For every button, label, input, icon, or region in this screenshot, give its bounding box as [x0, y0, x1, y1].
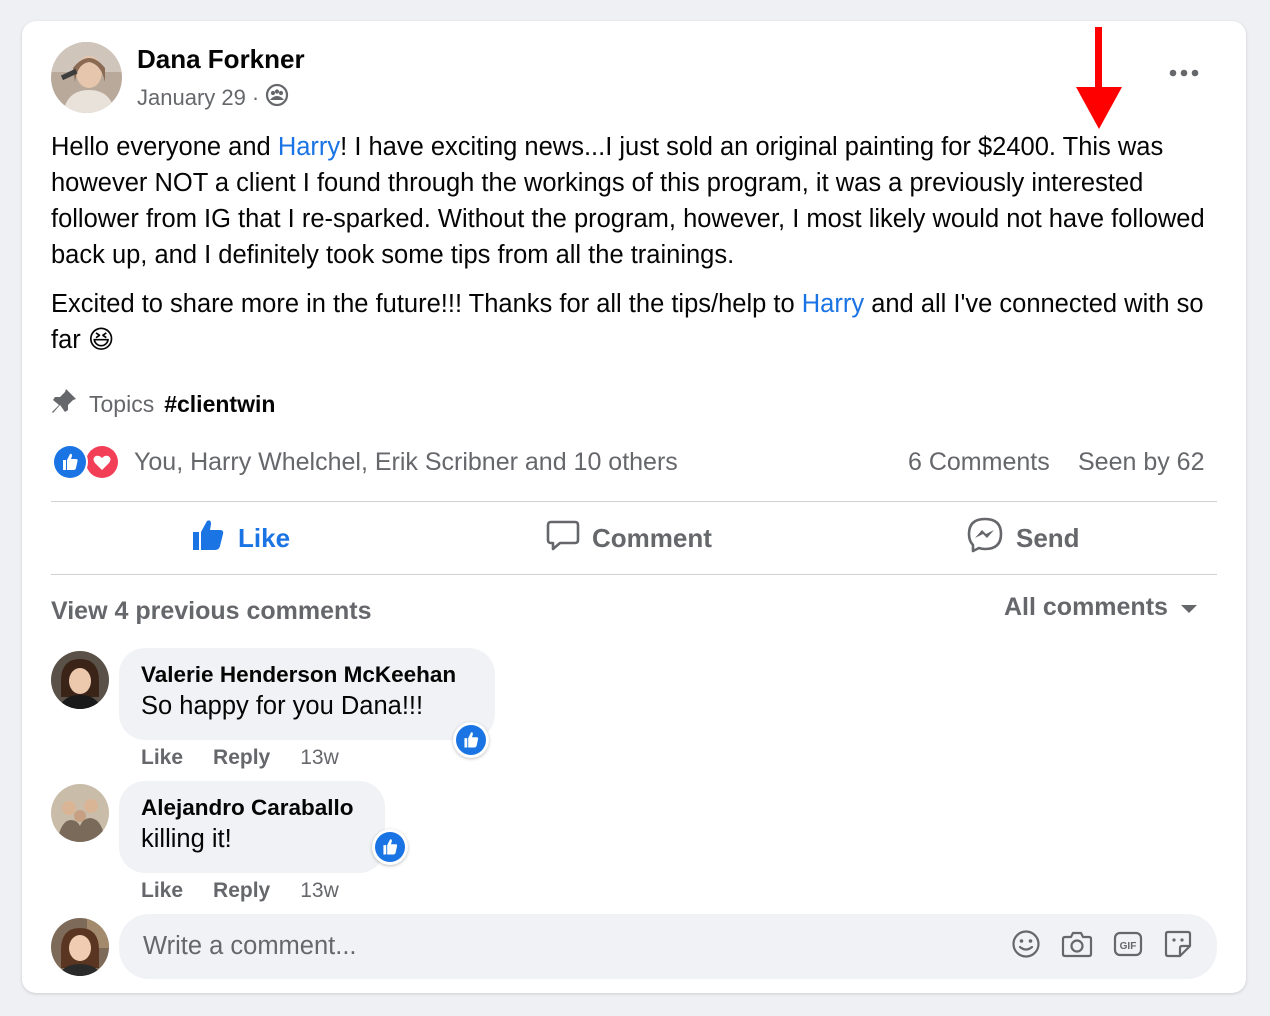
gif-icon[interactable]: GIF — [1113, 929, 1143, 964]
paragraph-text: Hello everyone and — [51, 133, 278, 161]
post-meta: January 29 · — [137, 83, 289, 113]
reactions-summary[interactable] — [52, 444, 120, 480]
send-button[interactable]: Send — [966, 517, 1080, 559]
view-previous-comments[interactable]: View 4 previous comments — [51, 597, 372, 626]
divider — [51, 574, 1217, 575]
current-user-avatar[interactable] — [51, 918, 109, 976]
annotation-arrow-icon — [1075, 27, 1123, 136]
topics-label: Topics — [89, 390, 155, 417]
send-label: Send — [1016, 522, 1080, 553]
comment-bubble: Alejandro Caraballo killing it! — [119, 781, 385, 873]
author-avatar[interactable] — [51, 42, 122, 113]
like-reaction-icon — [375, 832, 405, 862]
sticker-icon[interactable] — [1163, 929, 1193, 964]
comment-bubble-icon — [546, 518, 580, 559]
pin-icon — [49, 386, 79, 422]
like-label: Like — [238, 522, 291, 553]
like-button[interactable]: Like — [190, 517, 290, 559]
comment-time[interactable]: 13w — [300, 879, 339, 903]
group-members-icon — [265, 83, 289, 113]
post-card: Dana Forkner January 29 · Hello everyone… — [22, 21, 1246, 993]
comment-actions: Like Reply 13w — [141, 879, 339, 903]
topic-tag[interactable]: #clientwin — [164, 391, 275, 418]
divider — [51, 501, 1217, 502]
comment-bubble: Valerie Henderson McKeehan So happy for … — [119, 648, 495, 740]
sort-label: All comments — [1004, 593, 1168, 621]
comment-like-link[interactable]: Like — [141, 879, 183, 903]
svg-text:GIF: GIF — [1120, 941, 1137, 952]
write-comment-box[interactable]: GIF — [119, 914, 1217, 979]
author-name[interactable]: Dana Forkner — [137, 44, 305, 75]
comment-time[interactable]: 13w — [300, 746, 339, 770]
comment-actions: Like Reply 13w — [141, 746, 339, 770]
love-reaction-icon — [84, 444, 120, 480]
comments-count[interactable]: 6 Comments — [908, 448, 1050, 477]
like-reaction-icon — [456, 725, 486, 755]
caret-down-icon — [1180, 593, 1198, 622]
comment-tools: GIF — [1011, 929, 1193, 964]
comment-text: killing it! — [141, 825, 232, 853]
comment-input[interactable] — [143, 932, 743, 961]
comment-like-link[interactable]: Like — [141, 746, 183, 770]
reactions-text[interactable]: You, Harry Whelchel, Erik Scribner and 1… — [134, 448, 678, 477]
post-paragraph-1: Hello everyone and Harry! I have excitin… — [51, 129, 1226, 273]
commenter-avatar[interactable] — [51, 784, 109, 842]
seen-by[interactable]: Seen by 62 — [1078, 448, 1205, 477]
post-body: Hello everyone and Harry! I have excitin… — [51, 129, 1226, 371]
emoji-icon[interactable] — [1011, 929, 1041, 964]
like-reaction-icon — [52, 444, 88, 480]
comment-like-badge[interactable] — [453, 722, 489, 758]
ellipsis-icon — [1169, 69, 1199, 77]
mention-link[interactable]: Harry — [802, 290, 864, 318]
comment-label: Comment — [592, 522, 712, 553]
post-date[interactable]: January 29 — [137, 85, 246, 111]
messenger-icon — [966, 516, 1004, 561]
comment-reply-link[interactable]: Reply — [213, 746, 270, 770]
comment-author[interactable]: Valerie Henderson McKeehan — [141, 662, 473, 688]
post-paragraph-2: Excited to share more in the future!!! T… — [51, 286, 1226, 358]
comment-reply-link[interactable]: Reply — [213, 879, 270, 903]
meta-separator: · — [251, 85, 260, 110]
camera-icon[interactable] — [1061, 929, 1093, 964]
commenter-avatar[interactable] — [51, 651, 109, 709]
mention-link[interactable]: Harry — [278, 133, 340, 161]
more-options-button[interactable] — [1168, 57, 1200, 89]
comment-author[interactable]: Alejandro Caraballo — [141, 795, 363, 821]
comment-like-badge[interactable] — [372, 829, 408, 865]
laughing-emoji: 😆 — [87, 326, 115, 354]
topics-row: Topics #clientwin — [49, 386, 275, 422]
thumbs-up-icon — [190, 517, 226, 560]
paragraph-text: Excited to share more in the future!!! T… — [51, 290, 802, 318]
comment-button[interactable]: Comment — [546, 517, 712, 559]
comments-sort-dropdown[interactable]: All comments — [1004, 593, 1198, 622]
comment-text: So happy for you Dana!!! — [141, 692, 424, 720]
